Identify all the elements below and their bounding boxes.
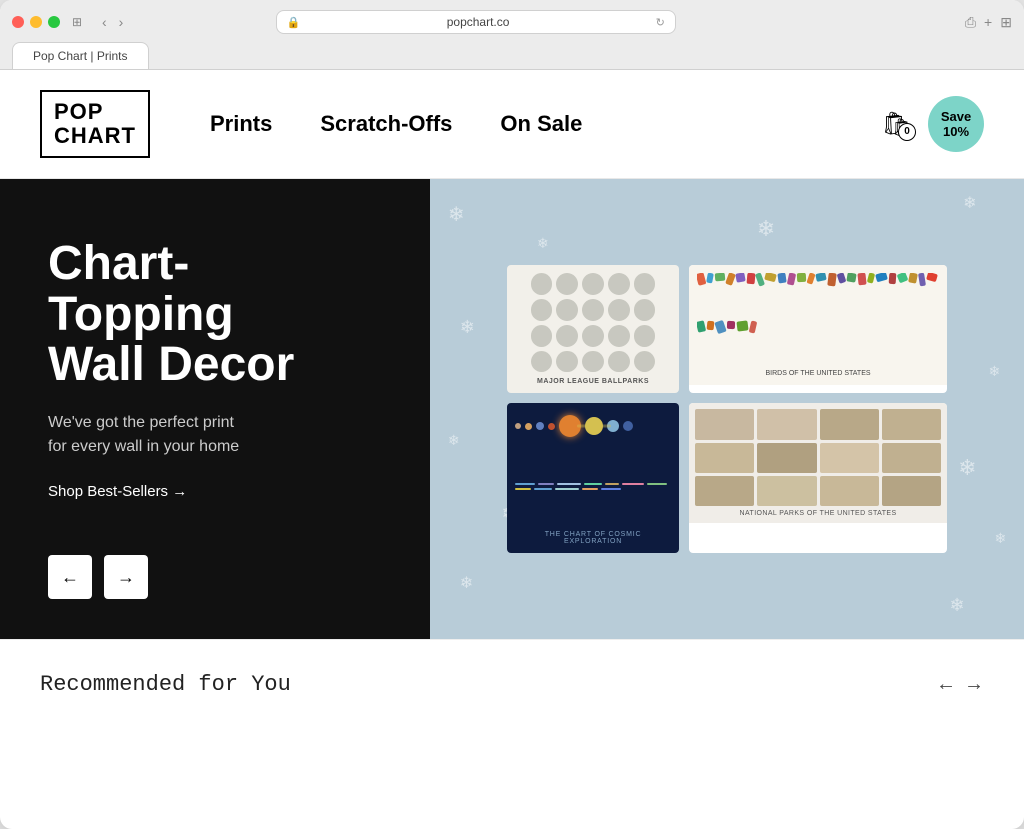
recommended-next-button[interactable]: → xyxy=(964,673,984,696)
hero-cta-link[interactable]: Shop Best-Sellers → xyxy=(48,483,187,500)
main-nav: Prints Scratch-Offs On Sale xyxy=(210,111,882,137)
back-button[interactable]: ‹ xyxy=(98,12,111,32)
snowflake: ❄ xyxy=(448,202,465,227)
print-card-baseball[interactable]: MAJOR LEAGUE BALLPARKS xyxy=(507,265,679,393)
hero-section: Chart-ToppingWall Decor We've got the pe… xyxy=(0,179,1024,639)
active-tab[interactable]: Pop Chart | Prints xyxy=(12,42,149,69)
snowflake: ❄ xyxy=(460,317,475,338)
hero-right-panel: ❄ ❄ ❄ ❄ ❄ ❄ ❄ ❄ ❄ ❄ ❄ ❄ xyxy=(430,179,1024,639)
hero-left-panel: Chart-ToppingWall Decor We've got the pe… xyxy=(0,179,430,639)
prints-grid: MAJOR LEAGUE BALLPARKS xyxy=(507,265,947,553)
grid-button[interactable]: ⊞ xyxy=(1000,14,1012,31)
browser-controls: ⊞ ‹ › 🔒 popchart.co ↻ ⎙ + ⊞ xyxy=(12,10,1012,34)
print-card-birds[interactable]: BIRDS OF THE UNITED STATES xyxy=(689,265,947,393)
forward-button[interactable]: › xyxy=(115,12,128,32)
browser-chrome: ⊞ ‹ › 🔒 popchart.co ↻ ⎙ + ⊞ Pop Chart | … xyxy=(0,0,1024,70)
save-badge-text: Save10% xyxy=(941,109,971,140)
fullscreen-traffic-light[interactable] xyxy=(48,16,60,28)
nav-scratch-offs[interactable]: Scratch-Offs xyxy=(320,111,452,137)
security-icon: 🔒 xyxy=(287,16,301,29)
logo-line2: CHART xyxy=(54,124,136,148)
print-card-parks[interactable]: NATIONAL PARKS OF THE UNITED STATES xyxy=(689,403,947,553)
recommended-prev-button[interactable]: ← xyxy=(936,673,956,696)
snowflake: ❄ xyxy=(989,363,1001,380)
hero-nav-buttons: ← → xyxy=(48,555,382,599)
window-toggle-btn[interactable]: ⊞ xyxy=(68,13,86,31)
browser-tabs: Pop Chart | Prints xyxy=(12,42,1012,69)
nav-on-sale[interactable]: On Sale xyxy=(500,111,582,137)
close-traffic-light[interactable] xyxy=(12,16,24,28)
site-header: POP CHART Prints Scratch-Offs On Sale 🛍 … xyxy=(0,70,1024,179)
minimize-traffic-light[interactable] xyxy=(30,16,42,28)
hero-content: Chart-ToppingWall Decor We've got the pe… xyxy=(48,239,382,507)
header-right: 🛍 0 Save10% xyxy=(882,96,984,152)
page-content: POP CHART Prints Scratch-Offs On Sale 🛍 … xyxy=(0,70,1024,717)
save-badge[interactable]: Save10% xyxy=(928,96,984,152)
snowflake: ❄ xyxy=(950,595,965,616)
address-bar[interactable]: 🔒 popchart.co ↻ xyxy=(276,10,676,34)
new-tab-button[interactable]: + xyxy=(984,14,992,30)
logo[interactable]: POP CHART xyxy=(40,90,150,158)
nav-prints[interactable]: Prints xyxy=(210,111,272,137)
recommended-nav: ← → xyxy=(936,673,984,696)
hero-subtitle: We've got the perfect printfor every wal… xyxy=(48,411,328,459)
snowflake: ❄ xyxy=(958,455,976,481)
snowflake: ❄ xyxy=(537,235,549,252)
recommended-header: Recommended for You ← → xyxy=(40,672,984,697)
print-card-solar[interactable]: THE CHART OF COSMIC EXPLORATION xyxy=(507,403,679,553)
logo-line1: POP xyxy=(54,100,136,124)
browser-nav-arrows: ‹ › xyxy=(98,12,127,32)
snowflake: ❄ xyxy=(448,432,460,449)
snowflake: ❄ xyxy=(460,573,473,593)
browser-window: ⊞ ‹ › 🔒 popchart.co ↻ ⎙ + ⊞ Pop Chart | … xyxy=(0,0,1024,829)
url-text: popchart.co xyxy=(307,15,650,29)
recommended-section: Recommended for You ← → xyxy=(0,639,1024,717)
refresh-icon: ↻ xyxy=(656,16,665,29)
cart-badge: 0 xyxy=(898,123,916,141)
recommended-title: Recommended for You xyxy=(40,672,291,697)
hero-title: Chart-ToppingWall Decor xyxy=(48,239,382,390)
hero-prev-button[interactable]: ← xyxy=(48,555,92,599)
share-button[interactable]: ⎙ xyxy=(965,14,976,31)
snowflake: ❄ xyxy=(963,193,976,213)
snowflake: ❄ xyxy=(757,216,775,242)
browser-right-controls: ⎙ + ⊞ xyxy=(965,14,1012,31)
traffic-lights xyxy=(12,16,60,28)
hero-next-button[interactable]: → xyxy=(104,555,148,599)
cart-button[interactable]: 🛍 0 xyxy=(882,110,912,139)
snowflake: ❄ xyxy=(994,530,1006,547)
